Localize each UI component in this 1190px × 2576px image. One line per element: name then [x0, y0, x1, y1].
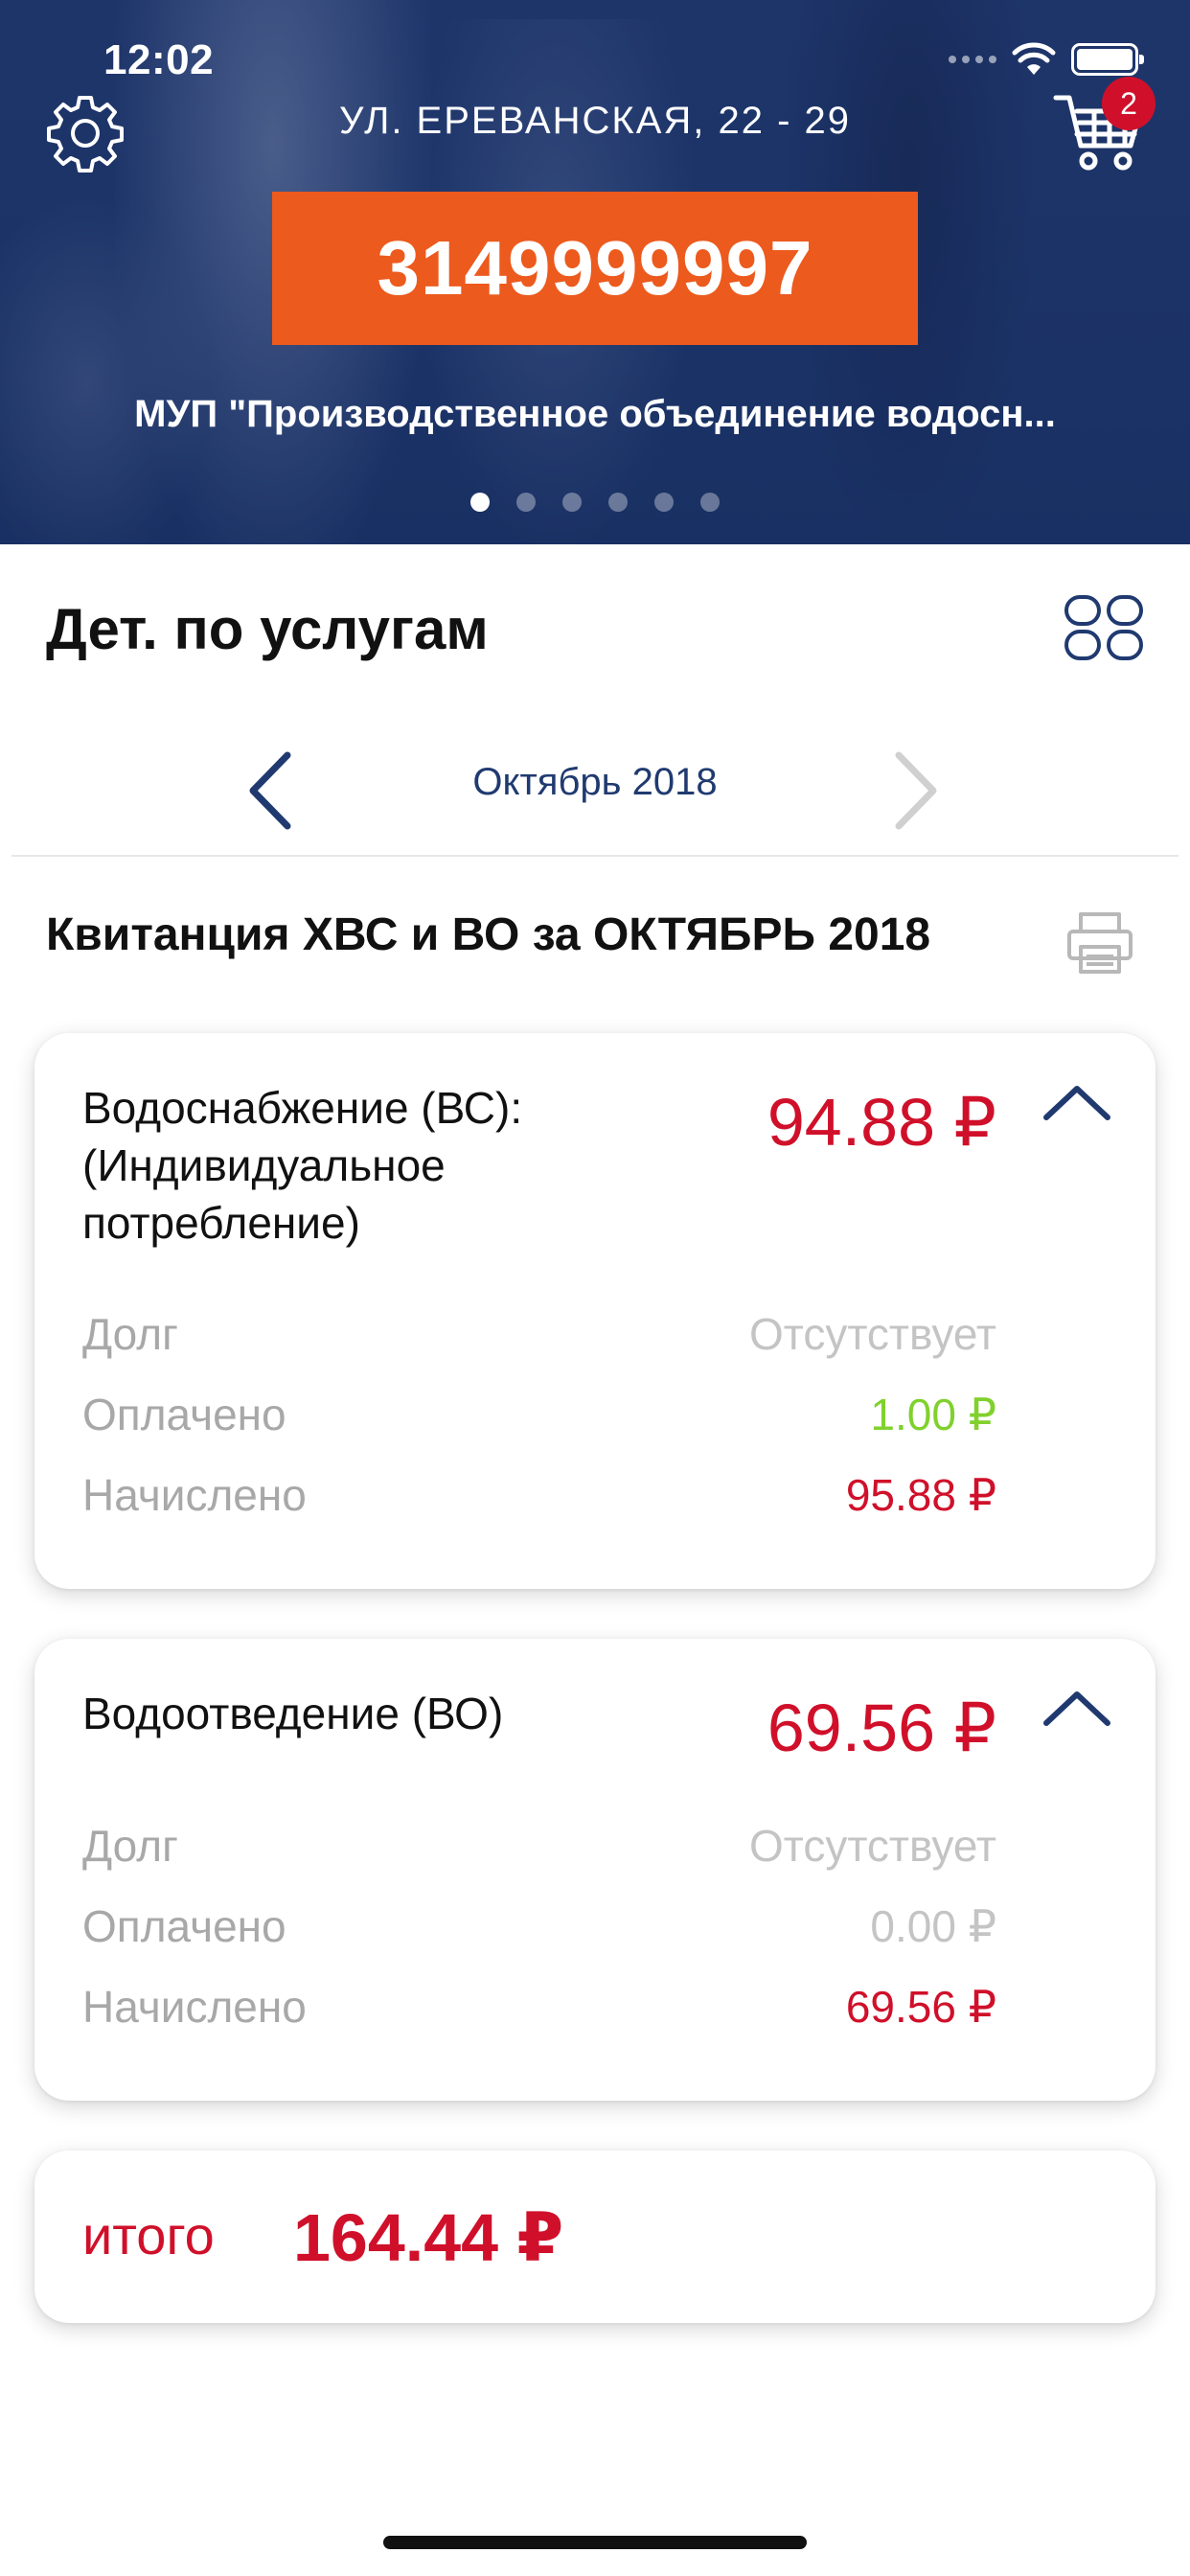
month-label: Октябрь 2018: [472, 761, 718, 803]
row-label: Долг: [82, 1821, 178, 1871]
row-value: Отсутствует: [749, 1821, 996, 1871]
receipt-title: Квитанция ХВС и ВО за ОКТЯБРЬ 2018: [46, 909, 931, 960]
service-card: Водоотведение (ВО) 69.56 ₽ Долг Отсутств…: [34, 1639, 1156, 2101]
page-title: Дет. по услугам: [46, 597, 489, 661]
row-label: Начислено: [82, 1470, 307, 1520]
home-indicator[interactable]: [383, 2536, 807, 2549]
total-label: итого: [82, 2205, 215, 2266]
status-time: 12:02: [103, 36, 215, 83]
month-selector: Октябрь 2018: [0, 728, 1190, 843]
chevron-up-icon[interactable]: [1041, 1685, 1113, 1733]
page-dot[interactable]: [562, 493, 582, 512]
account-number[interactable]: 3149999997: [272, 192, 918, 345]
wifi-icon: [1012, 42, 1056, 75]
row-label: Долг: [82, 1309, 178, 1359]
printer-icon[interactable]: [1065, 908, 1134, 978]
address-label[interactable]: УЛ. ЕРЕВАНСКАЯ, 22 - 29: [0, 100, 1190, 143]
page-dot[interactable]: [470, 493, 490, 512]
cart-count-badge: 2: [1102, 77, 1156, 130]
service-amount: 94.88 ₽: [767, 1085, 996, 1160]
row-label: Оплачено: [82, 1901, 286, 1951]
page-dot[interactable]: [608, 493, 628, 512]
service-name: Водоснабжение (ВС): (Индивидуальное потр…: [82, 1083, 523, 1248]
grid-icon[interactable]: [1064, 594, 1144, 661]
page-dot[interactable]: [654, 493, 674, 512]
total-value: 164.44 ₽: [293, 2200, 564, 2275]
battery-icon: [1071, 43, 1144, 76]
service-name: Водоотведение (ВО): [82, 1689, 504, 1738]
total-card: итого 164.44 ₽: [34, 2150, 1156, 2323]
divider: [11, 855, 1179, 857]
row-value: 1.00 ₽: [870, 1390, 996, 1439]
debt-row: Долг Отсутствует: [82, 1817, 996, 1874]
row-value: 0.00 ₽: [870, 1901, 996, 1951]
row-value: 69.56 ₽: [845, 1982, 996, 2032]
row-value: 95.88 ₽: [845, 1470, 996, 1520]
charged-row: Начислено 95.88 ₽: [82, 1466, 996, 1524]
page-dot[interactable]: [516, 493, 536, 512]
paid-row: Оплачено 1.00 ₽: [82, 1386, 996, 1443]
page-indicator[interactable]: [0, 493, 1190, 512]
debt-row: Долг Отсутствует: [82, 1305, 996, 1363]
account-header: 12:02 УЛ. ЕРЕВАНСКАЯ, 22 - 29 2 31499999…: [0, 0, 1190, 544]
chevron-up-icon[interactable]: [1041, 1079, 1113, 1127]
company-name: МУП "Производственное объединение водосн…: [134, 393, 1056, 435]
row-label: Оплачено: [82, 1390, 286, 1439]
charged-row: Начислено 69.56 ₽: [82, 1978, 996, 2036]
chevron-right-icon[interactable]: [881, 748, 949, 834]
signal-icon: [949, 56, 996, 63]
row-value: Отсутствует: [749, 1309, 996, 1359]
service-amount: 69.56 ₽: [767, 1690, 996, 1765]
service-card: Водоснабжение (ВС): (Индивидуальное потр…: [34, 1033, 1156, 1589]
row-label: Начислено: [82, 1982, 307, 2032]
page-dot[interactable]: [700, 493, 720, 512]
status-icons: [949, 42, 1144, 77]
paid-row: Оплачено 0.00 ₽: [82, 1898, 996, 1955]
